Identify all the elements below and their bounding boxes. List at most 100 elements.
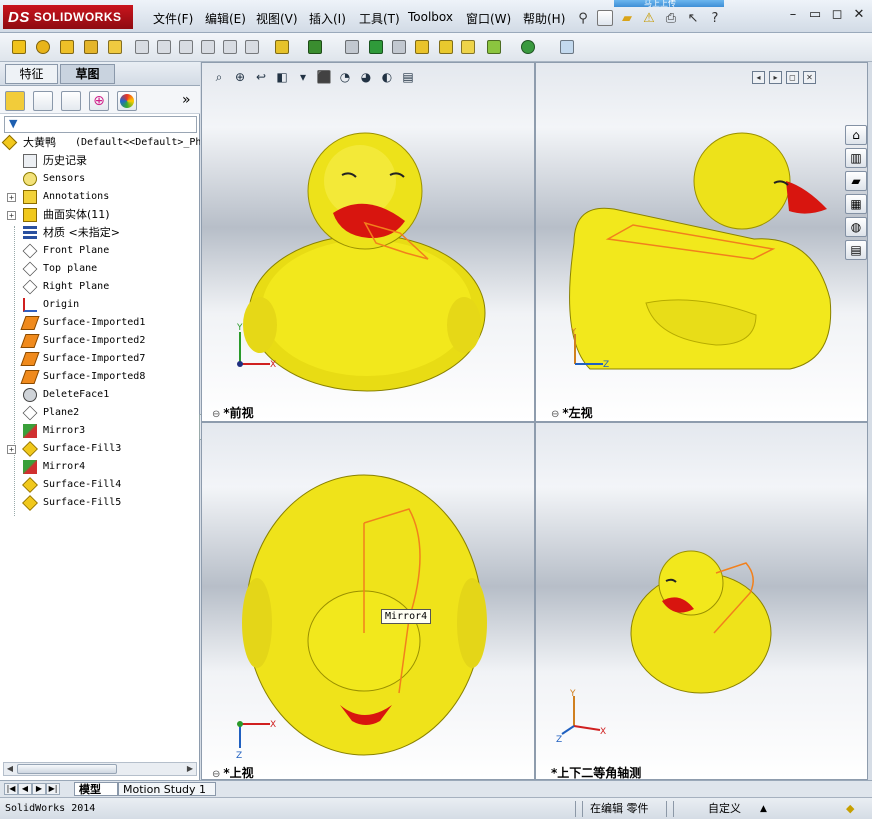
boundary-cut-icon[interactable] [220, 37, 240, 57]
menu-insert[interactable]: 插入(I) [309, 10, 346, 27]
appearances-icon[interactable]: ◍ [845, 217, 867, 237]
viewport-swap-icon[interactable]: ▸ [769, 71, 782, 84]
display-manager-icon[interactable] [117, 91, 137, 111]
tree-root[interactable]: 大黄鸭 (Default<<Default>_Ph [0, 134, 200, 152]
tree-item[interactable]: Origin [0, 296, 200, 314]
scroll-left-icon[interactable]: ◀ [4, 763, 16, 775]
expand-icon[interactable]: + [7, 445, 16, 454]
dimxpert-manager-icon[interactable]: ⊕ [89, 91, 109, 111]
sweep-boss-icon[interactable] [57, 37, 77, 57]
expand-panel-icon[interactable]: » [182, 92, 191, 108]
restore-icon[interactable]: – [784, 6, 802, 24]
fillet-icon[interactable] [242, 37, 262, 57]
design-library-icon[interactable]: ▥ [845, 148, 867, 168]
new-document-icon[interactable] [596, 9, 614, 27]
intersect-icon[interactable] [412, 37, 432, 57]
loft-cut-icon[interactable] [198, 37, 218, 57]
tree-item[interactable]: Surface-Imported8 [0, 368, 200, 386]
tree-item[interactable]: Surface-Imported1 [0, 314, 200, 332]
sweep-cut-icon[interactable] [176, 37, 196, 57]
revolve-cut-icon[interactable] [154, 37, 174, 57]
view-orientation-icon[interactable]: ▾ [294, 68, 312, 86]
loft-boss-icon[interactable] [81, 37, 101, 57]
maximize-icon[interactable]: ◻ [828, 6, 846, 24]
viewport-close-icon[interactable]: ✕ [803, 71, 816, 84]
next-tab-icon[interactable]: ▶ [32, 783, 46, 795]
menu-file[interactable]: 文件(F) [153, 10, 193, 27]
curves-icon[interactable] [518, 37, 538, 57]
instant3d-icon[interactable] [557, 37, 577, 57]
tree-item[interactable]: DeleteFace1 [0, 386, 200, 404]
tree-item[interactable]: Mirror3 [0, 422, 200, 440]
mirror-feature-icon[interactable] [436, 37, 456, 57]
home-icon[interactable]: ⌂ [845, 125, 867, 145]
shell-icon[interactable] [272, 37, 292, 57]
tree-item[interactable]: 历史记录 [0, 152, 200, 170]
units-dropdown-icon[interactable]: ▲ [760, 801, 767, 817]
expand-icon[interactable]: + [7, 193, 16, 202]
reference-geometry-icon[interactable] [458, 37, 478, 57]
tree-item[interactable]: Surface-Fill4 [0, 476, 200, 494]
tree-item[interactable]: Right Plane [0, 278, 200, 296]
tree-item[interactable]: Sensors [0, 170, 200, 188]
tree-item[interactable]: + Annotations [0, 188, 200, 206]
wrap-icon[interactable] [366, 37, 386, 57]
reference-point-icon[interactable] [484, 37, 504, 57]
configuration-manager-icon[interactable] [61, 91, 81, 111]
revolve-boss-icon[interactable] [33, 37, 53, 57]
rebuild-warning-icon[interactable]: ⚠ [640, 9, 658, 27]
view-settings-icon[interactable]: ▤ [399, 68, 417, 86]
status-units[interactable]: 自定义 [708, 801, 741, 817]
zoom-to-fit-icon[interactable]: ⌕ [210, 68, 228, 86]
tab-features[interactable]: 特征 [5, 64, 58, 84]
menu-view[interactable]: 视图(V) [256, 10, 298, 27]
zoom-to-area-icon[interactable]: ⊕ [231, 68, 249, 86]
select-pointer-icon[interactable]: ↖ [684, 9, 702, 27]
linear-pattern-icon[interactable] [305, 37, 325, 57]
tree-item[interactable]: + Surface-Fill3 [0, 440, 200, 458]
tab-sketch[interactable]: 草图 [60, 64, 115, 84]
tree-item[interactable]: Top plane [0, 260, 200, 278]
prev-tab-icon[interactable]: ◀ [18, 783, 32, 795]
minimize-icon[interactable]: ▭ [806, 6, 824, 24]
tree-item[interactable]: Plane2 [0, 404, 200, 422]
file-explorer-icon[interactable]: ▰ [845, 171, 867, 191]
tree-filter-input[interactable]: ▼ [4, 116, 197, 133]
help-icon[interactable]: ? [706, 9, 724, 27]
rebuild-status-icon[interactable]: ◆ [846, 801, 854, 817]
menu-tools[interactable]: 工具(T) [359, 10, 400, 27]
view-palette-icon[interactable]: ▦ [845, 194, 867, 214]
custom-properties-icon[interactable]: ▤ [845, 240, 867, 260]
menu-help[interactable]: 帮助(H) [523, 10, 565, 27]
tree-item[interactable]: Surface-Imported2 [0, 332, 200, 350]
tree-item[interactable]: 材质 <未指定> [0, 224, 200, 242]
tree-item[interactable]: Front Plane [0, 242, 200, 260]
menu-window[interactable]: 窗口(W) [466, 10, 511, 27]
menu-toolbox[interactable]: Toolbox [408, 10, 453, 24]
rib-icon[interactable] [342, 37, 362, 57]
section-view-icon[interactable]: ◧ [273, 68, 291, 86]
viewport-maximize-icon[interactable]: ◻ [786, 71, 799, 84]
viewport-link-icon[interactable]: ◂ [752, 71, 765, 84]
menu-edit[interactable]: 编辑(E) [205, 10, 246, 27]
scroll-right-icon[interactable]: ▶ [184, 763, 196, 775]
scroll-thumb[interactable] [17, 764, 117, 774]
tree-item[interactable]: Surface-Fill5 [0, 494, 200, 512]
tab-model[interactable]: 模型 [74, 782, 118, 796]
tree-item[interactable]: + 曲面实体(11) [0, 206, 200, 224]
property-manager-icon[interactable] [33, 91, 53, 111]
tree-item[interactable]: Mirror4 [0, 458, 200, 476]
print-icon[interactable]: ⎙ [662, 9, 680, 27]
extrude-cut-icon[interactable] [132, 37, 152, 57]
pane-horizontal-scrollbar[interactable]: ◀ ▶ [3, 762, 197, 776]
tab-motion-study[interactable]: Motion Study 1 [118, 782, 216, 796]
first-tab-icon[interactable]: |◀ [4, 783, 18, 795]
last-tab-icon[interactable]: ▶| [46, 783, 60, 795]
hide-show-items-icon[interactable]: ◔ [336, 68, 354, 86]
close-icon[interactable]: ✕ [850, 6, 868, 24]
tree-item[interactable]: Surface-Imported7 [0, 350, 200, 368]
display-style-icon[interactable]: ⬛ [315, 68, 333, 86]
solidworks-logo[interactable]: DS SOLIDWORKS [3, 5, 133, 29]
open-folder-icon[interactable]: ▰ [618, 9, 636, 27]
previous-view-icon[interactable]: ↩ [252, 68, 270, 86]
